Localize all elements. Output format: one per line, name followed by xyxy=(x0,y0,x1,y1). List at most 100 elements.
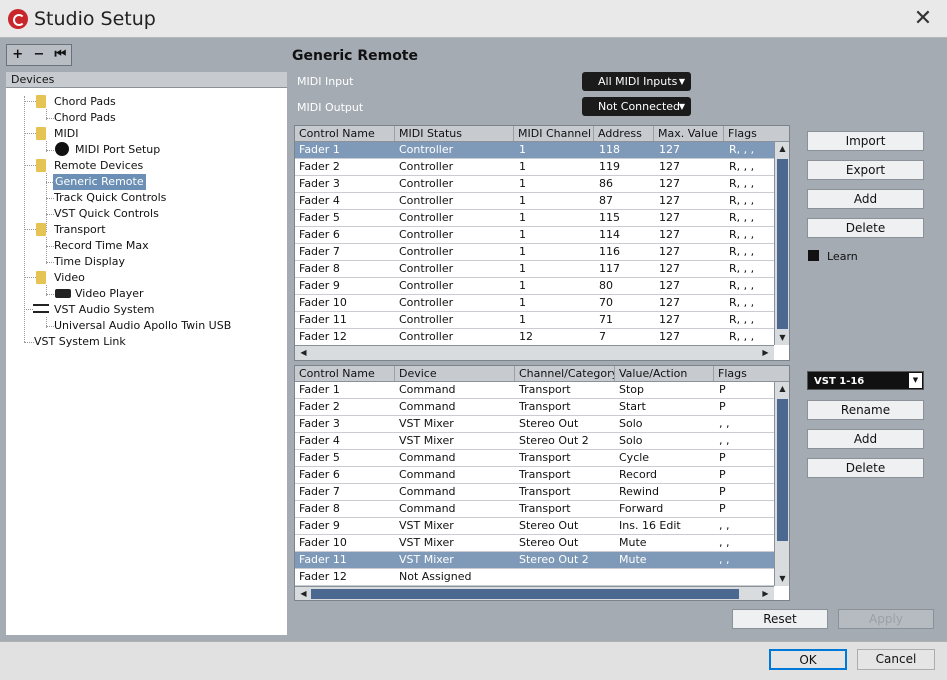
scrollbar-thumb[interactable] xyxy=(777,159,788,329)
tree-item-generic-remote[interactable]: Generic Remote xyxy=(53,174,146,190)
ok-button[interactable]: OK xyxy=(769,649,847,670)
scroll-left-icon[interactable]: ◀ xyxy=(297,587,310,600)
delete-bank-button[interactable]: Delete xyxy=(807,458,924,478)
table-row[interactable]: Fader 2 Command Transport Start P xyxy=(295,399,774,416)
rename-bank-button[interactable]: Rename xyxy=(807,400,924,420)
midi-input-select[interactable]: All MIDI Inputs xyxy=(582,72,691,91)
tree-item-video-player[interactable]: Video Player xyxy=(75,286,144,302)
horizontal-scrollbar[interactable]: ◀ ▶ xyxy=(295,586,774,600)
table-cell: Cycle xyxy=(619,451,650,464)
scroll-up-icon[interactable]: ▲ xyxy=(776,382,789,396)
table-cell: P xyxy=(719,383,726,396)
tree-item-remote-devices[interactable]: Remote Devices xyxy=(54,158,143,174)
add-bank-button[interactable]: Add xyxy=(807,429,924,449)
table-row[interactable]: Fader 11 Controller 1 71 127 R, , , xyxy=(295,312,774,329)
table-row[interactable]: Fader 3 Controller 1 86 127 R, , , xyxy=(295,176,774,193)
table-row[interactable]: Fader 12 Not Assigned xyxy=(295,569,774,586)
column-header[interactable]: Control Name xyxy=(295,366,395,381)
tree-item-midi[interactable]: MIDI xyxy=(54,126,78,142)
tree-item-apollo[interactable]: Universal Audio Apollo Twin USB xyxy=(54,318,231,334)
table-cell: Solo xyxy=(619,434,643,447)
table-cell: 7 xyxy=(599,330,606,343)
table-row[interactable]: Fader 6 Controller 1 114 127 R, , , xyxy=(295,227,774,244)
table-cell: Fader 8 xyxy=(299,502,340,515)
column-header[interactable]: MIDI Channel xyxy=(514,126,594,141)
table-row[interactable]: Fader 2 Controller 1 119 127 R, , , xyxy=(295,159,774,176)
table-cell: , , xyxy=(719,553,730,566)
tree-item-vst-quick-controls[interactable]: VST Quick Controls xyxy=(54,206,159,222)
scroll-down-icon[interactable]: ▼ xyxy=(776,572,789,586)
audio-system-icon xyxy=(33,304,49,313)
tree-item-transport[interactable]: Transport xyxy=(54,222,106,238)
table-cell: R, , , xyxy=(729,143,755,156)
scroll-down-icon[interactable]: ▼ xyxy=(776,331,789,345)
column-header[interactable]: Flags xyxy=(724,126,774,141)
scroll-left-icon[interactable]: ◀ xyxy=(297,346,310,360)
table-cell: 127 xyxy=(659,177,680,190)
table-row[interactable]: Fader 7 Command Transport Rewind P xyxy=(295,484,774,501)
tree-item-vst-audio-system[interactable]: VST Audio System xyxy=(54,302,155,318)
export-button[interactable]: Export xyxy=(807,160,924,180)
table-row[interactable]: Fader 5 Command Transport Cycle P xyxy=(295,450,774,467)
tree-item-time-display[interactable]: Time Display xyxy=(54,254,125,270)
scrollbar-thumb[interactable] xyxy=(311,589,739,599)
table-cell: Controller xyxy=(399,296,454,309)
apply-button[interactable]: Apply xyxy=(838,609,934,629)
column-header[interactable]: Device xyxy=(395,366,515,381)
table-row[interactable]: Fader 11 VST Mixer Stereo Out 2 Mute , , xyxy=(295,552,774,569)
table-row[interactable]: Fader 10 VST Mixer Stereo Out Mute , , xyxy=(295,535,774,552)
table-cell: Command xyxy=(399,383,456,396)
midi-output-select[interactable]: Not Connected xyxy=(582,97,691,116)
column-header[interactable]: Channel/Category xyxy=(515,366,615,381)
tree-item-midi-port-setup[interactable]: MIDI Port Setup xyxy=(75,142,160,158)
column-header[interactable]: MIDI Status xyxy=(395,126,514,141)
tree-item-track-quick-controls[interactable]: Track Quick Controls xyxy=(54,190,166,206)
column-header[interactable]: Value/Action xyxy=(615,366,714,381)
scroll-right-icon[interactable]: ▶ xyxy=(759,587,772,600)
chevron-down-icon[interactable]: ▼ xyxy=(909,373,922,388)
close-icon[interactable]: ✕ xyxy=(911,6,935,31)
table-row[interactable]: Fader 8 Command Transport Forward P xyxy=(295,501,774,518)
tree-item-chord-pads-folder[interactable]: Chord Pads xyxy=(54,94,116,110)
table-row[interactable]: Fader 10 Controller 1 70 127 R, , , xyxy=(295,295,774,312)
reset-device-button[interactable]: ⏮ xyxy=(50,45,71,65)
table-row[interactable]: Fader 4 Controller 1 87 127 R, , , xyxy=(295,193,774,210)
vertical-scrollbar[interactable]: ▲ ▼ xyxy=(774,142,789,345)
table-row[interactable]: Fader 12 Controller 12 7 127 R, , , xyxy=(295,329,774,346)
table-row[interactable]: Fader 9 VST Mixer Stereo Out Ins. 16 Edit , … xyxy=(295,518,774,535)
tree-item-chord-pads[interactable]: Chord Pads xyxy=(54,110,116,126)
column-header[interactable]: Control Name xyxy=(295,126,395,141)
reset-button[interactable]: Reset xyxy=(732,609,828,629)
delete-control-button[interactable]: Delete xyxy=(807,218,924,238)
scrollbar-thumb[interactable] xyxy=(777,399,788,541)
table-row[interactable]: Fader 3 VST Mixer Stereo Out Solo , , xyxy=(295,416,774,433)
table-row[interactable]: Fader 1 Controller 1 118 127 R, , , xyxy=(295,142,774,159)
scroll-up-icon[interactable]: ▲ xyxy=(776,142,789,156)
remove-device-button[interactable]: − xyxy=(28,45,49,65)
table-row[interactable]: Fader 9 Controller 1 80 127 R, , , xyxy=(295,278,774,295)
table-row[interactable]: Fader 8 Controller 1 117 127 R, , , xyxy=(295,261,774,278)
column-header[interactable]: Max. Value xyxy=(654,126,724,141)
bank-select[interactable]: VST 1-16 ▼ xyxy=(807,371,924,390)
learn-checkbox[interactable] xyxy=(808,250,819,261)
cancel-button[interactable]: Cancel xyxy=(857,649,935,670)
table-cell: 127 xyxy=(659,279,680,292)
horizontal-scrollbar[interactable]: ◀ ▶ xyxy=(295,345,774,360)
column-header[interactable]: Address xyxy=(594,126,654,141)
tree-line xyxy=(46,198,54,199)
scroll-right-icon[interactable]: ▶ xyxy=(759,346,772,360)
table-row[interactable]: Fader 5 Controller 1 115 127 R, , , xyxy=(295,210,774,227)
table-cell: Fader 4 xyxy=(299,194,340,207)
table-row[interactable]: Fader 7 Controller 1 116 127 R, , , xyxy=(295,244,774,261)
vertical-scrollbar[interactable]: ▲ ▼ xyxy=(774,382,789,586)
table-row[interactable]: Fader 4 VST Mixer Stereo Out 2 Solo , , xyxy=(295,433,774,450)
tree-item-vst-system-link[interactable]: VST System Link xyxy=(34,334,126,350)
import-button[interactable]: Import xyxy=(807,131,924,151)
table-row[interactable]: Fader 1 Command Transport Stop P xyxy=(295,382,774,399)
add-device-button[interactable]: + xyxy=(7,45,28,65)
add-control-button[interactable]: Add xyxy=(807,189,924,209)
column-header[interactable]: Flags xyxy=(714,366,774,381)
table-row[interactable]: Fader 6 Command Transport Record P xyxy=(295,467,774,484)
tree-item-video[interactable]: Video xyxy=(54,270,85,286)
tree-item-record-time-max[interactable]: Record Time Max xyxy=(54,238,149,254)
